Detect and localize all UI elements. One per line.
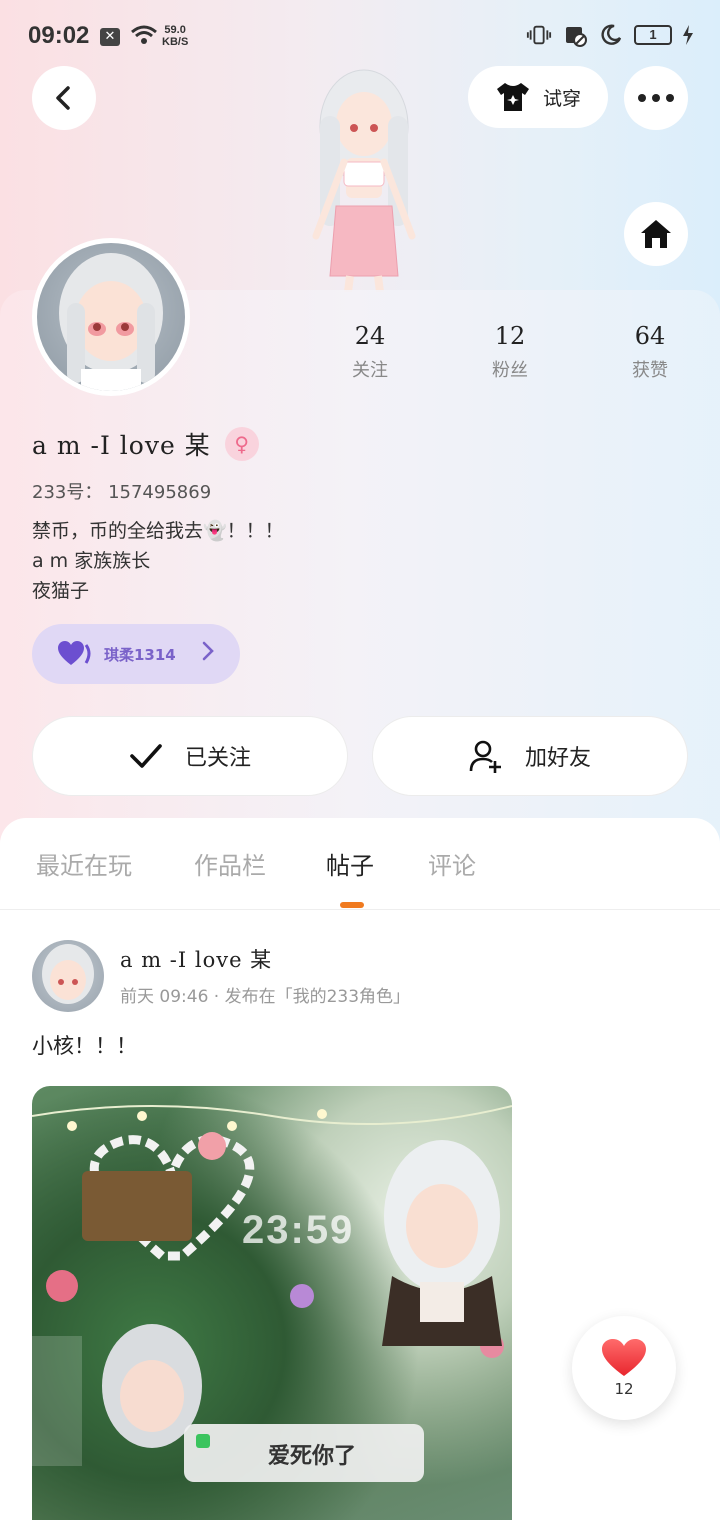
like-button[interactable]: 12 [572, 1316, 676, 1420]
status-time: 09:02 [28, 22, 90, 49]
post-image-notification-text: 爱死你了 [268, 1444, 357, 1469]
character-figure [286, 66, 436, 293]
status-bar: 09:02 ✕ 59.0 KB/S 1 [0, 0, 720, 64]
fan-badge[interactable]: 琪柔1314 [32, 624, 240, 684]
active-tab-indicator [340, 902, 364, 908]
vibrate-icon [526, 22, 552, 48]
female-icon: ♀ [224, 427, 259, 461]
notification-x-icon: ✕ [100, 28, 120, 46]
check-icon [130, 744, 162, 768]
like-count: 12 [614, 1380, 634, 1398]
back-button[interactable] [32, 66, 96, 130]
post-author-name[interactable]: a m -I love 某 [120, 944, 272, 974]
tshirt-icon [496, 83, 529, 111]
more-options-button[interactable] [624, 66, 688, 130]
wifi-icon [130, 24, 158, 50]
network-speed-unit: KB/S [162, 36, 189, 48]
username-row: a m -I love 某 ♀ [32, 426, 259, 462]
tab-works[interactable]: 作品栏 [194, 846, 266, 881]
tab-comments[interactable]: 评论 [428, 846, 476, 881]
moon-icon [598, 22, 624, 48]
stat-likes-value: 64 [634, 322, 666, 350]
heart-badge-icon [58, 641, 91, 665]
try-on-label: 试穿 [542, 87, 581, 110]
chevron-left-icon [56, 86, 70, 110]
heart-icon [602, 1339, 646, 1376]
no-sim-icon [562, 22, 588, 48]
more-dots-icon [638, 94, 674, 102]
followed-label: 已关注 [184, 746, 251, 771]
post-image-clock: 23:59 [242, 1208, 355, 1252]
stat-fans-value: 12 [494, 322, 526, 350]
stat-likes-label: 获赞 [632, 360, 668, 381]
post-author-avatar[interactable] [32, 940, 104, 1012]
profile-tabs: 最近在玩 作品栏 帖子 评论 [0, 826, 720, 910]
fan-badge-label: 琪柔1314 [104, 645, 176, 664]
battery-indicator: 1 [634, 25, 672, 45]
profile-stats: 24 关注 12 粉丝 64 获赞 [300, 322, 720, 382]
stat-fans-label: 粉丝 [492, 360, 528, 381]
home-button[interactable] [624, 202, 688, 266]
home-icon [641, 220, 671, 248]
tab-posts[interactable]: 帖子 [326, 846, 374, 881]
stat-following-value: 24 [354, 322, 386, 350]
network-speed: 59.0 KB/S [162, 24, 188, 48]
post-meta: 前天 09:46 · 发布在「我的233角色」 [120, 987, 411, 1007]
tab-recently-played[interactable]: 最近在玩 [36, 846, 132, 881]
bio-line: a m 家族族长 [32, 550, 151, 572]
stat-likes[interactable]: 64 获赞 [580, 322, 720, 382]
bio-line: 夜猫子 [32, 580, 90, 602]
network-speed-value: 59.0 [164, 24, 186, 36]
message-app-icon [196, 1434, 210, 1448]
followed-button[interactable]: 已关注 [32, 716, 348, 796]
bio-line: 禁币，币的全给我去👻！！！ [32, 520, 284, 542]
stat-fans[interactable]: 12 粉丝 [440, 322, 580, 382]
add-friend-button[interactable]: 加好友 [372, 716, 688, 796]
try-on-button[interactable]: 试穿 [468, 66, 608, 128]
add-friend-label: 加好友 [524, 746, 591, 771]
post-image-notification: 爱死你了 [184, 1424, 424, 1482]
chevron-right-icon [202, 641, 214, 667]
stat-following[interactable]: 24 关注 [300, 322, 440, 382]
username: a m -I love 某 [32, 431, 211, 460]
avatar[interactable] [32, 238, 190, 396]
bio: 禁币，币的全给我去👻！！！ a m 家族族长 夜猫子 [32, 516, 284, 606]
post-text: 小核！！！ [32, 1034, 137, 1058]
user-id: 233号： 157495869 [32, 482, 212, 503]
charging-icon [682, 22, 694, 48]
stat-following-label: 关注 [352, 360, 388, 381]
add-user-icon [469, 740, 501, 773]
post-image[interactable]: 23:59 爱死你了 [32, 1086, 512, 1520]
